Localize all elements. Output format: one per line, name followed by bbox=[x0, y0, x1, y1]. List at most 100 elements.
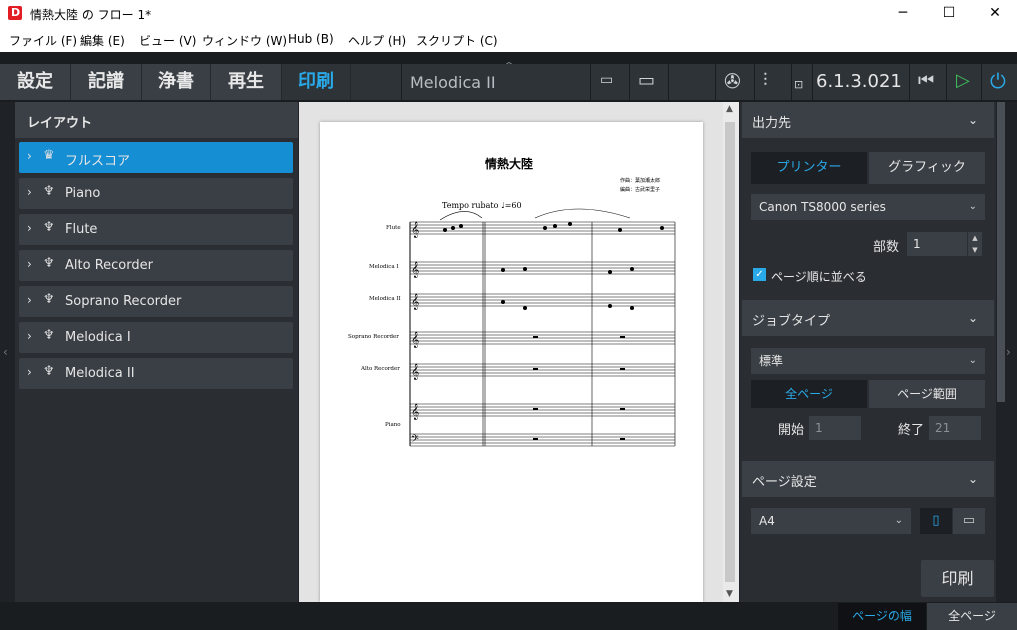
rewind-button[interactable]: ⏮ bbox=[910, 64, 946, 100]
layout-item-label: Piano bbox=[65, 186, 101, 201]
layout-item-full-score[interactable]: › ♛ フルスコア bbox=[19, 142, 293, 173]
landscape-icon: ▭ bbox=[962, 513, 976, 528]
version-label: 6.1.3.021 bbox=[816, 71, 902, 92]
part-layout-icon: ♆ bbox=[43, 292, 55, 307]
chevron-down-icon: ⌄ bbox=[968, 311, 979, 325]
job-type-select[interactable]: 標準 ⌄ bbox=[751, 348, 985, 374]
layout-item-label: Melodica I bbox=[65, 330, 131, 345]
close-button[interactable]: ✕ bbox=[972, 0, 1017, 28]
fit-all-pages-button[interactable]: 全ページ bbox=[927, 603, 1017, 630]
tab-all-pages[interactable]: 全ページ bbox=[751, 380, 867, 408]
staff-melodica bbox=[410, 261, 675, 307]
page-view-button[interactable]: ▭ bbox=[630, 64, 668, 100]
tab-setup[interactable]: 設定 bbox=[0, 64, 71, 100]
staff-piano bbox=[410, 403, 675, 447]
power-button[interactable]: ⏻ bbox=[982, 64, 1017, 100]
menu-help[interactable]: ヘルプ (H) bbox=[348, 32, 406, 49]
tab-write[interactable]: 記譜 bbox=[71, 64, 142, 100]
staff-label: Alto Recorder bbox=[361, 366, 400, 372]
start-page-input[interactable]: 1 bbox=[809, 416, 861, 440]
menu-window[interactable]: ウィンドウ (W) bbox=[202, 32, 287, 49]
minimize-button[interactable]: ─ bbox=[880, 0, 926, 28]
start-label: 開始 bbox=[778, 423, 805, 438]
play-icon: ▷ bbox=[956, 70, 970, 91]
tab-print[interactable]: 印刷 bbox=[282, 64, 351, 100]
chevron-right-icon: › bbox=[27, 185, 32, 199]
score-title: 情熱大陸 bbox=[485, 157, 534, 171]
power-icon: ⏻ bbox=[990, 69, 1006, 93]
layout-item-melodica-2[interactable]: › ♆ Melodica II bbox=[19, 358, 293, 389]
job-type-value: 標準 bbox=[759, 354, 784, 368]
tab-printer[interactable]: プリンター bbox=[751, 152, 867, 184]
galley-view-icon: ▭ bbox=[600, 72, 614, 88]
layout-item-melodica-1[interactable]: › ♆ Melodica I bbox=[19, 322, 293, 353]
part-layout-icon: ♆ bbox=[43, 256, 55, 271]
staff-label: Melodica I bbox=[369, 264, 399, 270]
layout-item-alto-recorder[interactable]: › ♆ Alto Recorder bbox=[19, 250, 293, 281]
treble-clef: 𝄞 bbox=[411, 332, 419, 348]
menu-view[interactable]: ビュー (V) bbox=[139, 32, 196, 49]
menu-edit[interactable]: 編集 (E) bbox=[80, 32, 125, 49]
options-scroll-thumb[interactable] bbox=[997, 102, 1005, 402]
tab-engrave[interactable]: 浄書 bbox=[142, 64, 211, 100]
layout-item-soprano-recorder[interactable]: › ♆ Soprano Recorder bbox=[19, 286, 293, 317]
end-page-input[interactable]: 21 bbox=[929, 416, 981, 440]
collapse-right-panel-icon[interactable]: › bbox=[1006, 345, 1011, 359]
print-button[interactable]: 印刷 bbox=[921, 560, 994, 597]
play-button[interactable]: ▷ bbox=[947, 64, 981, 100]
part-layout-icon: ♆ bbox=[43, 184, 55, 199]
printer-select[interactable]: Canon TS8000 series ⌄ bbox=[751, 194, 985, 220]
window-title: 情熱大陸 の フロー 1* bbox=[30, 8, 152, 22]
tab-play[interactable]: 再生 bbox=[211, 64, 282, 100]
copies-stepper[interactable]: ▲ ▼ bbox=[968, 232, 982, 256]
staff-flute bbox=[410, 221, 675, 235]
layout-item-label: Melodica II bbox=[65, 366, 135, 381]
tab-graphics[interactable]: グラフィック bbox=[869, 152, 985, 184]
tab-page-range[interactable]: ページ範囲 bbox=[869, 380, 985, 408]
layout-item-piano[interactable]: › ♆ Piano bbox=[19, 178, 293, 209]
app-logo-icon bbox=[8, 6, 22, 20]
score-tempo: Tempo rubato ♩=60 bbox=[442, 201, 522, 210]
menu-file[interactable]: ファイル (F) bbox=[9, 32, 77, 49]
menu-hub[interactable]: Hub (B) bbox=[288, 32, 334, 46]
part-layout-icon: ♆ bbox=[43, 364, 55, 379]
collate-checkbox[interactable]: ✓ bbox=[753, 268, 766, 281]
copies-input[interactable]: 1 bbox=[907, 232, 967, 256]
fit-page-width-button[interactable]: ページの幅 bbox=[838, 603, 926, 630]
copies-label: 部数 bbox=[873, 240, 900, 255]
scroll-down-icon[interactable]: ▼ bbox=[726, 589, 733, 599]
toolbar-spacer bbox=[351, 64, 401, 100]
treble-clef: 𝄞 bbox=[411, 294, 419, 310]
output-section-title: 出力先 bbox=[752, 116, 792, 131]
page-size-select[interactable]: A4 ⌄ bbox=[751, 508, 911, 534]
mixer-button[interactable]: ⫶ bbox=[755, 64, 791, 100]
portrait-button[interactable]: ▯ bbox=[920, 508, 952, 534]
end-label: 終了 bbox=[898, 423, 925, 438]
chevron-right-icon: › bbox=[27, 365, 32, 379]
menu-script[interactable]: スクリプト (C) bbox=[416, 32, 498, 49]
layout-item-flute[interactable]: › ♆ Flute bbox=[19, 214, 293, 245]
maximize-button[interactable]: ☐ bbox=[926, 0, 972, 28]
chevron-down-icon: ⌄ bbox=[968, 472, 979, 486]
video-button[interactable]: ✇ bbox=[716, 64, 754, 100]
layout-item-label: フルスコア bbox=[65, 154, 131, 169]
film-reel-icon: ✇ bbox=[724, 69, 741, 93]
layout-item-label: Soprano Recorder bbox=[65, 294, 182, 309]
collapse-left-panel-icon[interactable]: ‹ bbox=[3, 345, 8, 359]
scroll-up-icon[interactable]: ▲ bbox=[726, 104, 733, 114]
staff-recorders bbox=[410, 331, 675, 377]
galley-view-button[interactable]: ▭ bbox=[591, 64, 629, 100]
treble-clef: 𝄞 bbox=[411, 364, 419, 380]
score-composer: 作曲：葉加瀬太郎 bbox=[620, 178, 661, 184]
chevron-right-icon: › bbox=[27, 149, 32, 163]
landscape-button[interactable]: ▭ bbox=[953, 508, 985, 534]
mini-transport-button[interactable]: ⊡ bbox=[792, 64, 812, 100]
preview-page: 𝄞 𝄞 𝄞 𝄞 𝄞 𝄞 𝄢 情熱大陸 作曲：葉加瀬太郎 編曲：古武栄里子 Tem… bbox=[320, 122, 703, 602]
staff-label: Melodica II bbox=[369, 296, 401, 302]
chevron-right-icon: › bbox=[27, 221, 32, 235]
page-view-icon: ▭ bbox=[638, 70, 656, 91]
title-bar: 情熱大陸 の フロー 1* ─ ☐ ✕ bbox=[0, 0, 1017, 28]
layout-item-label: Alto Recorder bbox=[65, 258, 153, 273]
treble-clef: 𝄞 bbox=[411, 222, 419, 238]
preview-scroll-thumb[interactable] bbox=[725, 122, 735, 582]
